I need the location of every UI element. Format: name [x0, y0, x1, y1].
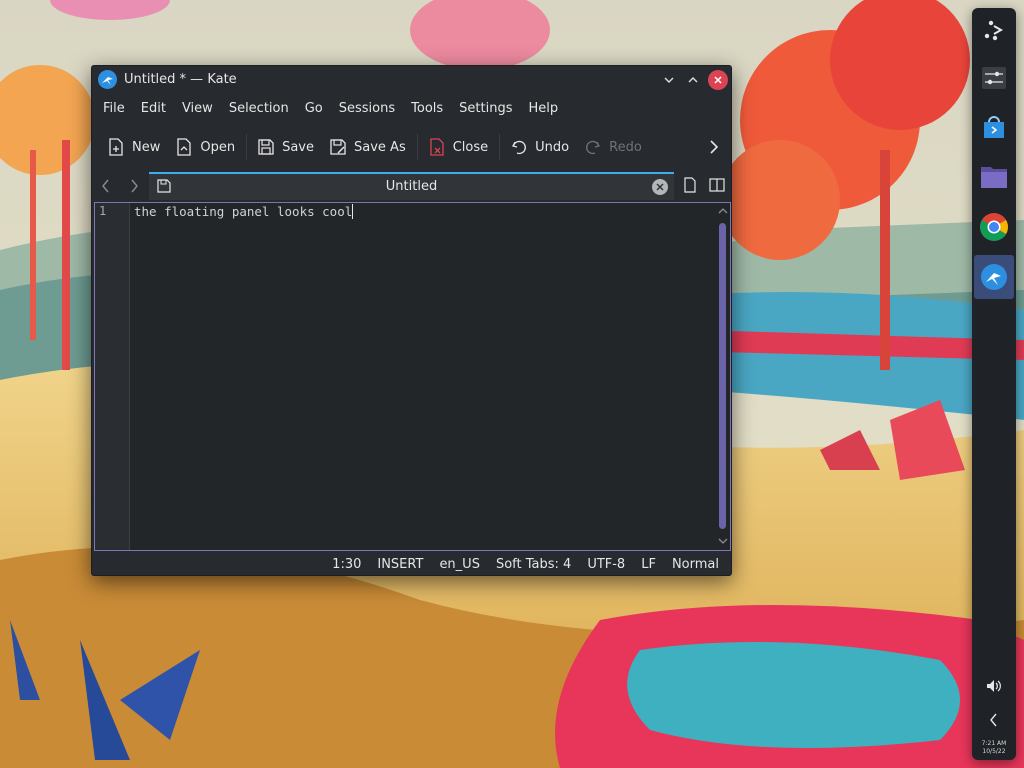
menu-sessions[interactable]: Sessions: [331, 96, 403, 122]
volume-icon[interactable]: [974, 673, 1014, 699]
open-document-icon: [174, 137, 194, 157]
forward-chevron-icon[interactable]: [124, 176, 144, 196]
expand-tray-chevron-icon[interactable]: [974, 708, 1014, 732]
kate-app-icon: [98, 70, 117, 89]
open-label: Open: [200, 139, 236, 155]
tab-close-icon[interactable]: [652, 179, 668, 195]
menu-edit[interactable]: Edit: [133, 96, 174, 122]
close-document-icon: [427, 137, 447, 157]
tab-bar: Untitled: [92, 172, 731, 200]
save-as-icon: [328, 137, 348, 157]
main-toolbar: New Open Save Save As Close Undo Redo: [92, 128, 731, 166]
save-as-button[interactable]: Save As: [322, 132, 414, 162]
menu-selection[interactable]: Selection: [221, 96, 297, 122]
close-label: Close: [452, 139, 489, 155]
new-label: New: [132, 139, 161, 155]
menu-tools[interactable]: Tools: [403, 96, 451, 122]
spellcheck-language[interactable]: en_US: [431, 557, 488, 572]
code-line[interactable]: the floating panel looks cool: [134, 204, 354, 219]
menu-view[interactable]: View: [174, 96, 221, 122]
file-manager-icon[interactable]: [974, 157, 1014, 197]
app-launcher-icon[interactable]: [974, 10, 1014, 50]
save-label: Save: [282, 139, 315, 155]
toolbar-separator: [416, 134, 418, 160]
system-settings-icon[interactable]: [974, 58, 1014, 98]
end-of-line[interactable]: LF: [633, 557, 664, 572]
cursor-position[interactable]: 1:30: [324, 557, 369, 572]
text-caret: [352, 204, 354, 219]
close-window-icon[interactable]: [708, 70, 728, 90]
tab-label: Untitled: [385, 179, 438, 194]
undo-icon: [509, 137, 529, 157]
status-bar: 1:30 INSERT en_US Soft Tabs: 4 UTF-8 LF …: [92, 552, 731, 576]
window-title: Untitled * — Kate: [124, 72, 237, 87]
text-editor[interactable]: 1 the floating panel looks cool: [94, 202, 731, 551]
redo-icon: [583, 137, 603, 157]
tab-untitled[interactable]: Untitled: [149, 172, 674, 200]
toolbar-overflow-chevron-icon[interactable]: [704, 137, 724, 157]
minimize-icon[interactable]: [659, 70, 679, 90]
scroll-up-icon[interactable]: [717, 205, 729, 217]
discover-store-icon[interactable]: [974, 107, 1014, 147]
menu-file[interactable]: File: [95, 96, 133, 122]
split-view-icon[interactable]: [709, 177, 725, 193]
new-document-icon: [106, 137, 126, 157]
menu-help[interactable]: Help: [521, 96, 567, 122]
save-button[interactable]: Save: [250, 132, 322, 162]
close-document-button[interactable]: Close: [421, 132, 496, 162]
code-line-text: the floating panel looks cool: [134, 204, 353, 219]
indentation-mode[interactable]: Soft Tabs: 4: [488, 557, 579, 572]
back-chevron-icon[interactable]: [96, 176, 116, 196]
save-as-label: Save As: [354, 139, 406, 155]
title-bar[interactable]: Untitled * — Kate: [92, 66, 731, 94]
maximize-icon[interactable]: [683, 70, 703, 90]
undo-button[interactable]: Undo: [503, 132, 577, 162]
toolbar-separator: [246, 134, 248, 160]
clock-time[interactable]: 7:21 AM: [972, 740, 1016, 747]
input-mode[interactable]: INSERT: [369, 557, 431, 572]
line-number: 1: [99, 204, 107, 218]
clock-date[interactable]: 10/5/22: [972, 748, 1016, 755]
undo-label: Undo: [535, 139, 570, 155]
file-encoding[interactable]: UTF-8: [579, 557, 633, 572]
vertical-scrollbar[interactable]: [716, 203, 730, 550]
kate-window: Untitled * — Kate File Edit View Selecti…: [91, 65, 732, 576]
redo-button[interactable]: Redo: [577, 132, 650, 162]
scrollbar-thumb[interactable]: [719, 223, 726, 529]
toolbar-separator: [499, 134, 501, 160]
menu-settings[interactable]: Settings: [451, 96, 520, 122]
new-button[interactable]: New: [100, 132, 168, 162]
highlighting-mode[interactable]: Normal: [664, 557, 727, 572]
scroll-down-icon[interactable]: [717, 535, 729, 547]
new-tab-icon[interactable]: [682, 177, 698, 193]
floating-panel: 7:21 AM 10/5/22: [972, 8, 1016, 760]
open-button[interactable]: Open: [168, 132, 243, 162]
menu-bar: File Edit View Selection Go Sessions Too…: [92, 96, 731, 122]
line-number-gutter: 1: [95, 203, 130, 550]
redo-label: Redo: [609, 139, 642, 155]
chrome-browser-icon[interactable]: [974, 207, 1014, 247]
kate-taskbar-icon[interactable]: [974, 255, 1014, 299]
save-icon: [256, 137, 276, 157]
menu-go[interactable]: Go: [297, 96, 331, 122]
